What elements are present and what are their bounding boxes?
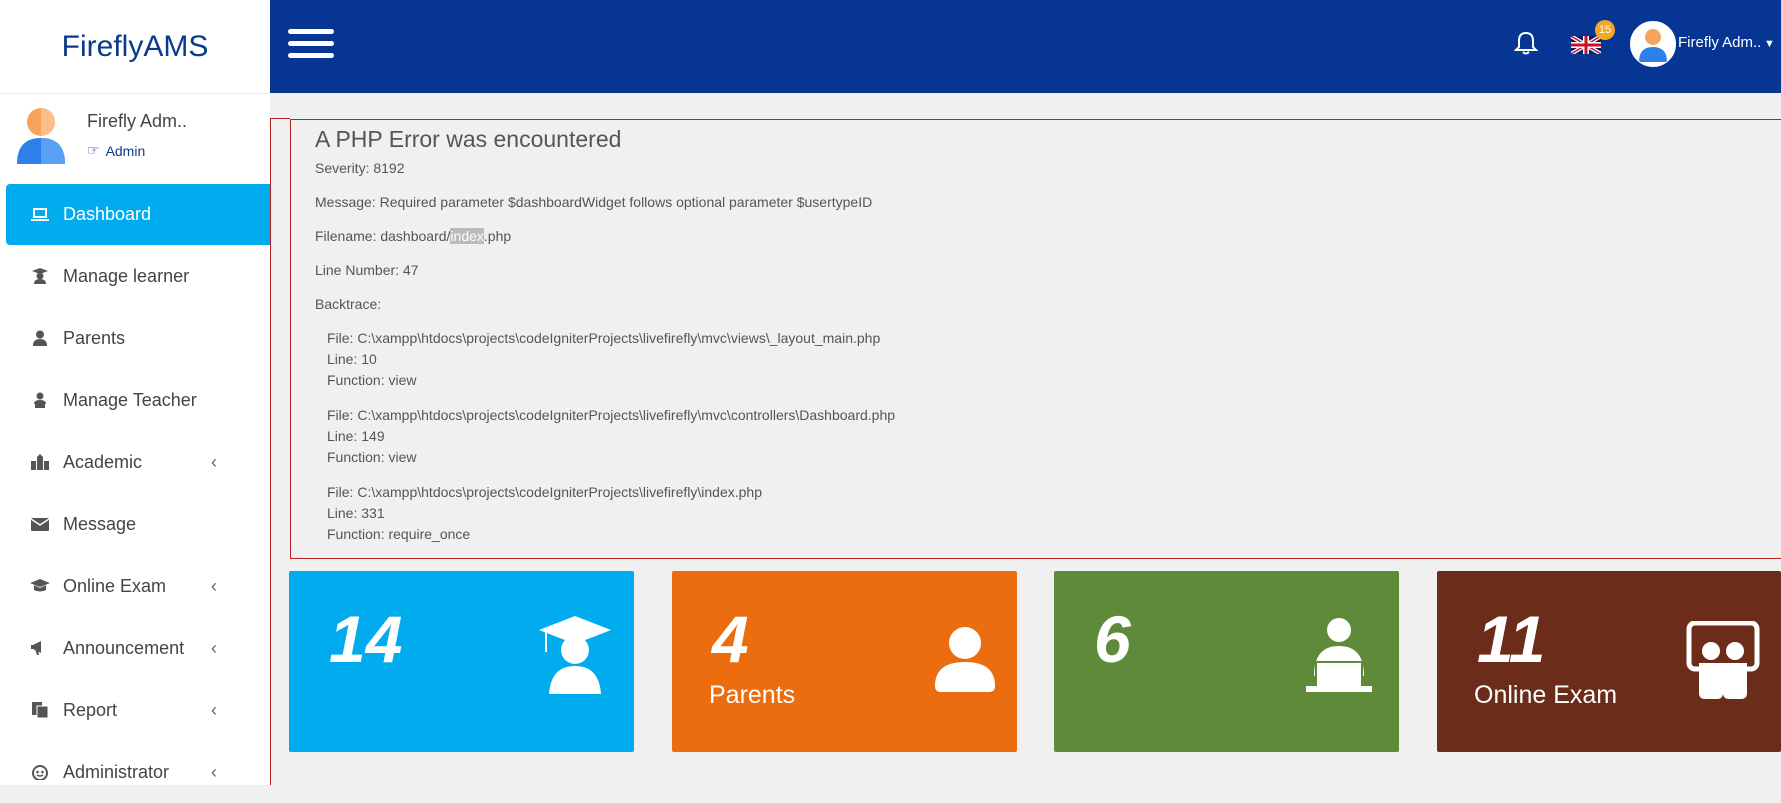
content-border xyxy=(270,118,290,119)
chevron-left-icon: ‹ xyxy=(211,451,217,472)
sidebar-item-label: Manage learner xyxy=(63,265,190,286)
chevron-left-icon: ‹ xyxy=(211,637,217,658)
sidebar-item-online-exam[interactable]: Online Exam ‹ xyxy=(0,555,270,617)
graduate-icon xyxy=(539,616,611,694)
sidebar-item-label: Manage Teacher xyxy=(63,389,197,410)
bell-icon[interactable] xyxy=(1513,30,1539,56)
sidebar-item-message[interactable]: Message xyxy=(0,493,270,555)
trace-function: Function: view xyxy=(327,449,417,465)
top-header: 15 Firefly Adm.. ▼ xyxy=(270,0,1781,93)
stat-value: 4 xyxy=(712,602,749,676)
graduation-cap-icon xyxy=(30,576,50,596)
backtrace-entry: File: C:\xampp\htdocs\projects\codeIgnit… xyxy=(327,328,880,391)
megaphone-icon xyxy=(30,638,50,658)
error-filename: Filename: dashboard/index.php xyxy=(315,228,511,244)
brand-logo[interactable]: FireflyAMS xyxy=(0,0,270,94)
error-line-number: Line Number: 47 xyxy=(315,262,419,278)
sidebar-item-label: Academic xyxy=(63,451,143,472)
sidebar-item-administrator[interactable]: Administrator ‹ xyxy=(0,741,270,803)
sidebar-item-label: Parents xyxy=(63,327,126,348)
profile-role-label: Admin xyxy=(105,142,146,159)
uk-flag-icon[interactable] xyxy=(1571,36,1601,54)
sidebar-item-dashboard[interactable]: Dashboard xyxy=(6,184,270,245)
sidebar-item-label: Online Exam xyxy=(63,575,167,596)
stat-card-learners[interactable]: 14 xyxy=(289,571,634,752)
sidebar-item-announcement[interactable]: Announcement ‹ xyxy=(0,617,270,679)
notification-badge: 15 xyxy=(1595,20,1615,40)
chevron-left-icon: ‹ xyxy=(211,699,217,720)
stat-value: 6 xyxy=(1094,602,1131,676)
trace-function: Function: require_once xyxy=(327,526,471,542)
trace-line: Line: 10 xyxy=(327,351,377,367)
stat-label: Parents xyxy=(709,681,796,709)
profile-role[interactable]: ☞ Admin xyxy=(87,142,145,159)
user-icon xyxy=(30,328,50,348)
laptop-icon xyxy=(30,205,50,225)
trace-function: Function: view xyxy=(327,372,417,388)
student-icon xyxy=(30,266,50,286)
envelope-icon xyxy=(30,514,50,534)
sidebar-item-label: Administrator xyxy=(63,761,170,782)
sidebar: FireflyAMS Firefly Adm.. ☞ Admin Dashboa… xyxy=(0,0,270,785)
exam-icon xyxy=(1686,621,1760,699)
school-icon xyxy=(30,452,50,472)
error-message: Message: Required parameter $dashboardWi… xyxy=(315,194,873,210)
trace-line: Line: 331 xyxy=(327,505,385,521)
sidebar-item-manage-teacher[interactable]: Manage Teacher xyxy=(0,369,270,431)
backtrace-entry: File: C:\xampp\htdocs\projects\codeIgnit… xyxy=(327,405,895,468)
content-border xyxy=(270,118,271,785)
error-severity: Severity: 8192 xyxy=(315,160,405,176)
sidebar-item-label: Report xyxy=(63,699,118,720)
hand-pointer-icon: ☞ xyxy=(87,142,100,158)
chevron-left-icon: ‹ xyxy=(211,575,217,596)
stat-card-online-exam[interactable]: 11 Online Exam xyxy=(1437,571,1781,752)
chevron-left-icon: ‹ xyxy=(211,761,217,782)
sidebar-item-manage-learner[interactable]: Manage learner xyxy=(0,245,270,307)
stat-card-teachers[interactable]: 6 xyxy=(1054,571,1399,752)
header-avatar[interactable] xyxy=(1630,21,1676,67)
sidebar-item-label: Message xyxy=(63,513,137,534)
teacher-laptop-icon xyxy=(1306,618,1372,692)
user-avatar-icon xyxy=(1639,29,1667,62)
stat-card-parents[interactable]: 4 Parents xyxy=(672,571,1017,752)
sidebar-item-academic[interactable]: Academic ‹ xyxy=(0,431,270,493)
stat-value: 14 xyxy=(329,602,403,676)
caret-down-icon[interactable]: ▼ xyxy=(1764,38,1775,50)
report-icon xyxy=(30,700,50,720)
profile-panel: Firefly Adm.. ☞ Admin xyxy=(0,94,270,182)
filename-suffix: .php xyxy=(483,228,512,244)
sidebar-nav: Dashboard Manage learner Parents Manage … xyxy=(0,184,270,803)
menu-toggle-icon[interactable] xyxy=(288,29,334,59)
filename-prefix: Filename: dashboard/ xyxy=(315,228,451,244)
stat-value: 11 xyxy=(1477,602,1546,676)
user-icon xyxy=(935,627,995,692)
backtrace-entry: File: C:\xampp\htdocs\projects\codeIgnit… xyxy=(327,482,762,545)
php-error-panel: A PHP Error was encountered Severity: 81… xyxy=(290,119,1781,559)
stat-label: Online Exam xyxy=(1474,681,1618,709)
trace-file: File: C:\xampp\htdocs\projects\codeIgnit… xyxy=(327,330,881,346)
header-user-name[interactable]: Firefly Adm.. xyxy=(1678,34,1761,51)
sidebar-item-report[interactable]: Report ‹ xyxy=(0,679,270,741)
trace-line: Line: 149 xyxy=(327,428,385,444)
error-backtrace-label: Backtrace: xyxy=(315,296,382,312)
trace-file: File: C:\xampp\htdocs\projects\codeIgnit… xyxy=(327,484,762,500)
user-avatar-icon xyxy=(17,108,65,164)
admin-icon xyxy=(30,762,50,782)
sidebar-item-parents[interactable]: Parents xyxy=(0,307,270,369)
teacher-icon xyxy=(30,390,50,410)
sidebar-item-label: Announcement xyxy=(63,637,185,658)
error-title: A PHP Error was encountered xyxy=(315,126,622,152)
trace-file: File: C:\xampp\htdocs\projects\codeIgnit… xyxy=(327,407,896,423)
sidebar-item-label: Dashboard xyxy=(63,204,152,224)
filename-highlight: index xyxy=(450,228,484,244)
profile-name: Firefly Adm.. xyxy=(87,111,188,131)
